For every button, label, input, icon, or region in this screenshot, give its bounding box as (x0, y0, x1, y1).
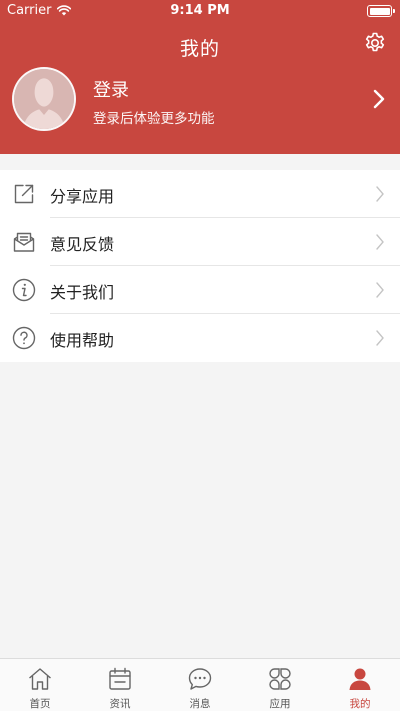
calendar-icon (109, 667, 131, 690)
menu-item-label: 使用帮助 (50, 331, 115, 350)
tab-label: 首页 (29, 698, 51, 710)
info-icon (12, 278, 36, 302)
default-avatar-icon (14, 69, 74, 129)
profile-header: Carrier 9:14 PM 我的 登录 登录后体验更多功能 (0, 0, 400, 154)
tab-apps[interactable]: 应用 (240, 659, 320, 711)
menu-item-share[interactable]: 分享应用 (0, 170, 400, 218)
menu-item-about[interactable]: 关于我们 (0, 266, 400, 314)
tab-label: 消息 (189, 698, 211, 710)
avatar[interactable] (12, 67, 76, 131)
status-time: 9:14 PM (170, 3, 230, 18)
login-entry[interactable]: 登录 登录后体验更多功能 (12, 67, 388, 131)
tab-label: 应用 (269, 698, 291, 710)
chevron-right-icon (376, 234, 384, 250)
tab-mine[interactable]: 我的 (320, 659, 400, 711)
status-bar: Carrier 9:14 PM (0, 0, 400, 22)
menu-item-label: 意见反馈 (50, 235, 115, 254)
tab-news[interactable]: 资讯 (80, 659, 160, 711)
tab-home[interactable]: 首页 (0, 659, 80, 711)
chevron-right-icon (376, 330, 384, 346)
menu-item-help[interactable]: 使用帮助 (0, 314, 400, 362)
chevron-right-icon (376, 186, 384, 202)
login-title: 登录 (93, 80, 129, 101)
chat-bubble-icon (188, 668, 212, 690)
chevron-right-icon (376, 282, 384, 298)
share-icon (14, 184, 34, 204)
menu-item-label: 分享应用 (50, 187, 115, 206)
tab-messages[interactable]: 消息 (160, 659, 240, 711)
battery-icon (367, 5, 395, 17)
person-icon (349, 668, 371, 690)
tab-label: 我的 (349, 698, 371, 710)
menu-item-feedback[interactable]: 意见反馈 (0, 218, 400, 266)
screen: Carrier 9:14 PM 我的 登录 登录后体验更多功能 分享应用 意见反… (0, 0, 400, 711)
apps-grid-icon (269, 668, 291, 690)
menu-item-label: 关于我们 (50, 283, 115, 302)
page-title: 我的 (179, 38, 220, 60)
tab-bar: 首页 资讯 消息 应用 我的 (0, 658, 400, 711)
help-icon (12, 326, 36, 350)
feedback-envelope-icon (13, 232, 35, 252)
tab-label: 资讯 (109, 698, 131, 710)
chevron-right-icon (373, 89, 385, 109)
login-subtitle: 登录后体验更多功能 (93, 111, 215, 127)
gear-icon[interactable] (363, 31, 387, 55)
settings-menu: 分享应用 意见反馈 关于我们 使用帮助 (0, 170, 400, 362)
home-icon (29, 668, 51, 690)
